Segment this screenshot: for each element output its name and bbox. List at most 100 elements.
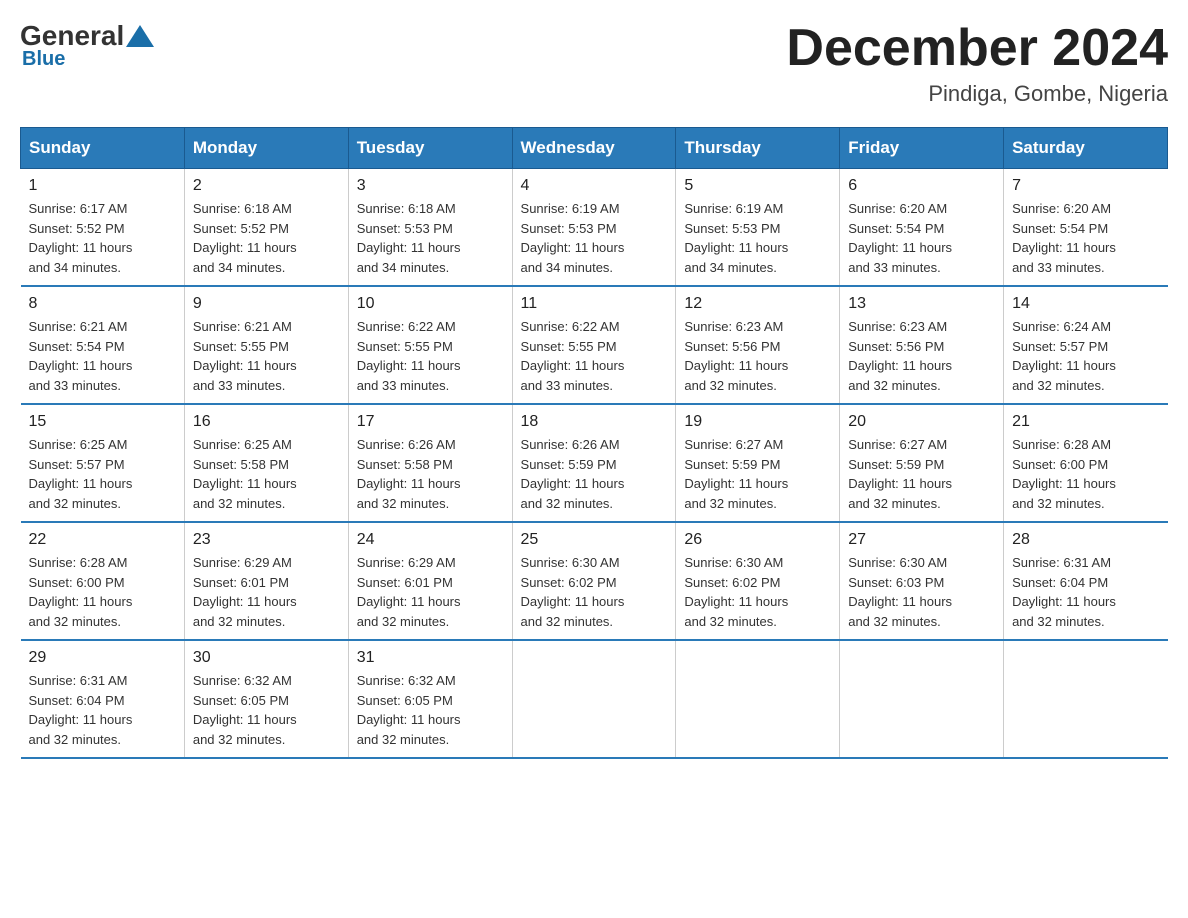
day-number: 23 [193, 531, 340, 549]
logo-triangle-icon [126, 25, 154, 47]
day-number: 15 [29, 413, 176, 431]
header-wednesday: Wednesday [512, 128, 676, 169]
day-cell: 3 Sunrise: 6:18 AM Sunset: 5:53 PM Dayli… [348, 169, 512, 287]
day-info: Sunrise: 6:30 AM Sunset: 6:03 PM Dayligh… [848, 553, 995, 631]
day-number: 22 [29, 531, 176, 549]
day-cell: 1 Sunrise: 6:17 AM Sunset: 5:52 PM Dayli… [21, 169, 185, 287]
day-number: 9 [193, 295, 340, 313]
day-cell: 6 Sunrise: 6:20 AM Sunset: 5:54 PM Dayli… [840, 169, 1004, 287]
day-number: 17 [357, 413, 504, 431]
day-info: Sunrise: 6:30 AM Sunset: 6:02 PM Dayligh… [684, 553, 831, 631]
day-number: 28 [1012, 531, 1159, 549]
day-info: Sunrise: 6:29 AM Sunset: 6:01 PM Dayligh… [193, 553, 340, 631]
location: Pindiga, Gombe, Nigeria [786, 81, 1168, 107]
day-info: Sunrise: 6:26 AM Sunset: 5:59 PM Dayligh… [521, 435, 668, 513]
day-cell: 24 Sunrise: 6:29 AM Sunset: 6:01 PM Dayl… [348, 522, 512, 640]
day-info: Sunrise: 6:29 AM Sunset: 6:01 PM Dayligh… [357, 553, 504, 631]
day-cell: 12 Sunrise: 6:23 AM Sunset: 5:56 PM Dayl… [676, 286, 840, 404]
day-info: Sunrise: 6:17 AM Sunset: 5:52 PM Dayligh… [29, 199, 176, 277]
day-number: 19 [684, 413, 831, 431]
day-cell: 14 Sunrise: 6:24 AM Sunset: 5:57 PM Dayl… [1004, 286, 1168, 404]
day-number: 11 [521, 295, 668, 313]
day-cell: 15 Sunrise: 6:25 AM Sunset: 5:57 PM Dayl… [21, 404, 185, 522]
day-info: Sunrise: 6:22 AM Sunset: 5:55 PM Dayligh… [521, 317, 668, 395]
day-info: Sunrise: 6:19 AM Sunset: 5:53 PM Dayligh… [521, 199, 668, 277]
day-info: Sunrise: 6:27 AM Sunset: 5:59 PM Dayligh… [684, 435, 831, 513]
calendar-table: SundayMondayTuesdayWednesdayThursdayFrid… [20, 127, 1168, 759]
day-number: 30 [193, 649, 340, 667]
day-number: 12 [684, 295, 831, 313]
day-info: Sunrise: 6:25 AM Sunset: 5:57 PM Dayligh… [29, 435, 176, 513]
day-cell: 4 Sunrise: 6:19 AM Sunset: 5:53 PM Dayli… [512, 169, 676, 287]
day-cell: 17 Sunrise: 6:26 AM Sunset: 5:58 PM Dayl… [348, 404, 512, 522]
day-cell: 25 Sunrise: 6:30 AM Sunset: 6:02 PM Dayl… [512, 522, 676, 640]
day-info: Sunrise: 6:21 AM Sunset: 5:55 PM Dayligh… [193, 317, 340, 395]
logo-blue: Blue [22, 48, 65, 71]
day-info: Sunrise: 6:20 AM Sunset: 5:54 PM Dayligh… [848, 199, 995, 277]
day-cell: 22 Sunrise: 6:28 AM Sunset: 6:00 PM Dayl… [21, 522, 185, 640]
day-number: 3 [357, 177, 504, 195]
week-row-2: 8 Sunrise: 6:21 AM Sunset: 5:54 PM Dayli… [21, 286, 1168, 404]
day-cell: 26 Sunrise: 6:30 AM Sunset: 6:02 PM Dayl… [676, 522, 840, 640]
day-number: 25 [521, 531, 668, 549]
day-info: Sunrise: 6:30 AM Sunset: 6:02 PM Dayligh… [521, 553, 668, 631]
day-cell: 18 Sunrise: 6:26 AM Sunset: 5:59 PM Dayl… [512, 404, 676, 522]
day-info: Sunrise: 6:19 AM Sunset: 5:53 PM Dayligh… [684, 199, 831, 277]
day-info: Sunrise: 6:23 AM Sunset: 5:56 PM Dayligh… [848, 317, 995, 395]
day-info: Sunrise: 6:26 AM Sunset: 5:58 PM Dayligh… [357, 435, 504, 513]
header-sunday: Sunday [21, 128, 185, 169]
day-number: 26 [684, 531, 831, 549]
header-saturday: Saturday [1004, 128, 1168, 169]
day-number: 27 [848, 531, 995, 549]
day-info: Sunrise: 6:32 AM Sunset: 6:05 PM Dayligh… [357, 671, 504, 749]
day-info: Sunrise: 6:18 AM Sunset: 5:53 PM Dayligh… [357, 199, 504, 277]
day-cell: 19 Sunrise: 6:27 AM Sunset: 5:59 PM Dayl… [676, 404, 840, 522]
title-section: December 2024 Pindiga, Gombe, Nigeria [786, 20, 1168, 107]
day-cell: 7 Sunrise: 6:20 AM Sunset: 5:54 PM Dayli… [1004, 169, 1168, 287]
day-number: 5 [684, 177, 831, 195]
day-cell: 9 Sunrise: 6:21 AM Sunset: 5:55 PM Dayli… [184, 286, 348, 404]
month-title: December 2024 [786, 20, 1168, 77]
day-number: 8 [29, 295, 176, 313]
day-cell: 23 Sunrise: 6:29 AM Sunset: 6:01 PM Dayl… [184, 522, 348, 640]
day-number: 21 [1012, 413, 1159, 431]
day-cell [840, 640, 1004, 758]
day-cell: 8 Sunrise: 6:21 AM Sunset: 5:54 PM Dayli… [21, 286, 185, 404]
day-info: Sunrise: 6:32 AM Sunset: 6:05 PM Dayligh… [193, 671, 340, 749]
day-cell [512, 640, 676, 758]
day-cell: 21 Sunrise: 6:28 AM Sunset: 6:00 PM Dayl… [1004, 404, 1168, 522]
day-info: Sunrise: 6:31 AM Sunset: 6:04 PM Dayligh… [1012, 553, 1159, 631]
day-number: 29 [29, 649, 176, 667]
day-number: 10 [357, 295, 504, 313]
day-cell: 11 Sunrise: 6:22 AM Sunset: 5:55 PM Dayl… [512, 286, 676, 404]
week-row-3: 15 Sunrise: 6:25 AM Sunset: 5:57 PM Dayl… [21, 404, 1168, 522]
day-cell: 31 Sunrise: 6:32 AM Sunset: 6:05 PM Dayl… [348, 640, 512, 758]
day-info: Sunrise: 6:23 AM Sunset: 5:56 PM Dayligh… [684, 317, 831, 395]
day-cell: 20 Sunrise: 6:27 AM Sunset: 5:59 PM Dayl… [840, 404, 1004, 522]
day-cell [1004, 640, 1168, 758]
day-number: 24 [357, 531, 504, 549]
day-cell: 13 Sunrise: 6:23 AM Sunset: 5:56 PM Dayl… [840, 286, 1004, 404]
header-friday: Friday [840, 128, 1004, 169]
week-row-1: 1 Sunrise: 6:17 AM Sunset: 5:52 PM Dayli… [21, 169, 1168, 287]
logo: General Blue [20, 20, 156, 71]
day-info: Sunrise: 6:20 AM Sunset: 5:54 PM Dayligh… [1012, 199, 1159, 277]
day-cell [676, 640, 840, 758]
week-row-5: 29 Sunrise: 6:31 AM Sunset: 6:04 PM Dayl… [21, 640, 1168, 758]
week-row-4: 22 Sunrise: 6:28 AM Sunset: 6:00 PM Dayl… [21, 522, 1168, 640]
day-number: 4 [521, 177, 668, 195]
day-cell: 10 Sunrise: 6:22 AM Sunset: 5:55 PM Dayl… [348, 286, 512, 404]
day-info: Sunrise: 6:22 AM Sunset: 5:55 PM Dayligh… [357, 317, 504, 395]
day-info: Sunrise: 6:21 AM Sunset: 5:54 PM Dayligh… [29, 317, 176, 395]
day-info: Sunrise: 6:24 AM Sunset: 5:57 PM Dayligh… [1012, 317, 1159, 395]
day-number: 18 [521, 413, 668, 431]
day-cell: 27 Sunrise: 6:30 AM Sunset: 6:03 PM Dayl… [840, 522, 1004, 640]
day-info: Sunrise: 6:27 AM Sunset: 5:59 PM Dayligh… [848, 435, 995, 513]
day-cell: 2 Sunrise: 6:18 AM Sunset: 5:52 PM Dayli… [184, 169, 348, 287]
day-number: 1 [29, 177, 176, 195]
day-cell: 30 Sunrise: 6:32 AM Sunset: 6:05 PM Dayl… [184, 640, 348, 758]
header-thursday: Thursday [676, 128, 840, 169]
day-cell: 29 Sunrise: 6:31 AM Sunset: 6:04 PM Dayl… [21, 640, 185, 758]
header-monday: Monday [184, 128, 348, 169]
day-cell: 16 Sunrise: 6:25 AM Sunset: 5:58 PM Dayl… [184, 404, 348, 522]
